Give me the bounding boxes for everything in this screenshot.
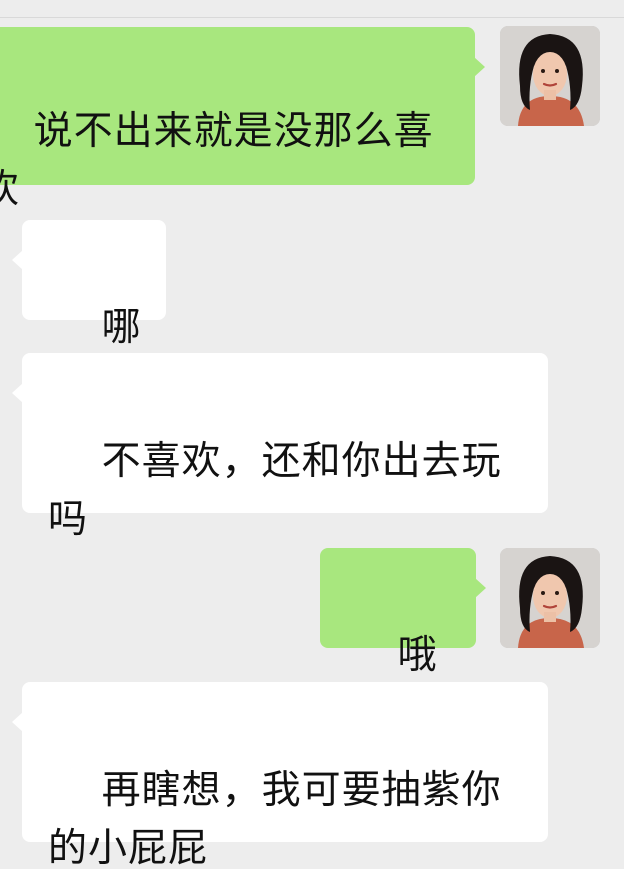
message-bubble-incoming[interactable]: 不喜欢，还和你出去玩吗 (12, 353, 548, 542)
avatar-photo (500, 548, 600, 648)
message-bubble-incoming[interactable]: 再瞎想，我可要抽紫你的小屁屁 (12, 682, 548, 869)
message-bubble-incoming[interactable]: 哪有 (12, 220, 166, 408)
divider (0, 17, 624, 18)
message-bubble-outgoing[interactable]: 说不出来就是没那么喜欢 (0, 27, 485, 273)
message-bubble-outgoing[interactable]: 哦 (320, 548, 486, 740)
message-text: 哦 (397, 633, 438, 678)
message-text: 不喜欢，还和你出去玩吗 (48, 439, 502, 542)
chat-view[interactable]: 说不出来就是没那么喜欢 (0, 0, 624, 869)
avatar[interactable] (500, 548, 600, 648)
message-text: 再瞎想，我可要抽紫你的小屁屁 (48, 768, 502, 869)
avatar-photo (500, 26, 600, 126)
message-text: 说不出来就是没那么喜欢 (0, 109, 434, 212)
avatar[interactable] (500, 26, 600, 126)
